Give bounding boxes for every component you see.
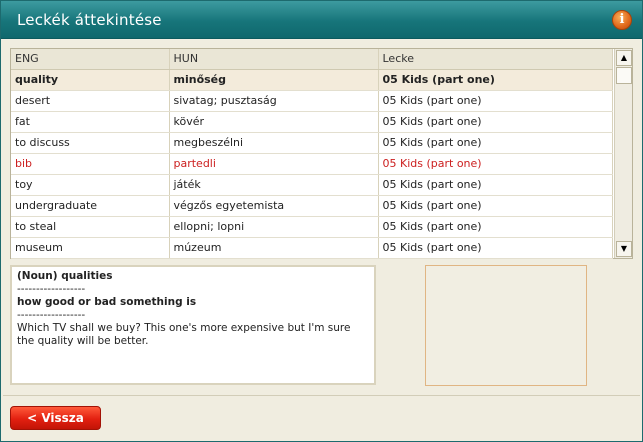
- definition-separator: ------------------: [17, 283, 86, 295]
- window-title: Leckék áttekintése: [17, 11, 162, 29]
- cell-hun: sivatag; pusztaság: [169, 90, 379, 112]
- table-row[interactable]: undergraduate végzős egyetemista 05 Kids…: [11, 195, 613, 217]
- cell-lecke: 05 Kids (part one): [378, 195, 613, 217]
- table-row-selected[interactable]: quality minőség 05 Kids (part one): [11, 69, 613, 91]
- cell-hun: megbeszélni: [169, 132, 379, 154]
- lesson-table: ENG HUN Lecke quality minőség 05 Kids (p…: [11, 49, 613, 259]
- table-row[interactable]: museum múzeum 05 Kids (part one): [11, 237, 613, 259]
- cell-lecke: 05 Kids (part one): [378, 90, 613, 112]
- vertical-scrollbar[interactable]: ▲ ▼: [614, 49, 632, 258]
- cell-eng: undergraduate: [11, 195, 170, 217]
- cell-hun: partedli: [169, 153, 379, 175]
- cell-eng: museum: [11, 237, 170, 259]
- cell-lecke: 05 Kids (part one): [378, 237, 613, 259]
- title-bar: Leckék áttekintése i: [1, 1, 642, 39]
- column-header-lecke[interactable]: Lecke: [378, 49, 613, 70]
- picture-placeholder: [425, 265, 587, 386]
- column-header-eng[interactable]: ENG: [11, 49, 170, 70]
- cell-hun: végzős egyetemista: [169, 195, 379, 217]
- cell-eng: fat: [11, 111, 170, 133]
- cell-lecke: 05 Kids (part one): [378, 216, 613, 238]
- scroll-down-arrow-icon[interactable]: ▼: [616, 241, 632, 257]
- table-row[interactable]: to discuss megbeszélni 05 Kids (part one…: [11, 132, 613, 154]
- cell-lecke: 05 Kids (part one): [378, 132, 613, 154]
- cell-eng: toy: [11, 174, 170, 196]
- cell-eng: desert: [11, 90, 170, 112]
- definition-word-form: (Noun) qualities: [17, 270, 113, 282]
- table-header-row: ENG HUN Lecke: [11, 49, 613, 70]
- scroll-up-arrow-icon[interactable]: ▲: [616, 50, 632, 66]
- cell-eng: to discuss: [11, 132, 170, 154]
- cell-hun: ellopni; lopni: [169, 216, 379, 238]
- cell-eng: quality: [11, 69, 170, 91]
- cell-lecke: 05 Kids (part one): [378, 111, 613, 133]
- scroll-thumb[interactable]: [616, 67, 632, 84]
- table-row[interactable]: desert sivatag; pusztaság 05 Kids (part …: [11, 90, 613, 112]
- definition-example: Which TV shall we buy? This one's more e…: [17, 322, 351, 347]
- cell-eng: to steal: [11, 216, 170, 238]
- cell-lecke: 05 Kids (part one): [378, 174, 613, 196]
- divider: [3, 395, 640, 396]
- definition-meaning: how good or bad something is: [17, 296, 197, 308]
- cell-hun: minőség: [169, 69, 379, 91]
- cell-hun: kövér: [169, 111, 379, 133]
- definition-separator: ------------------: [17, 309, 86, 321]
- cell-hun: játék: [169, 174, 379, 196]
- main-window: Leckék áttekintése i ENG HUN Lecke quali: [0, 0, 643, 442]
- cell-hun: múzeum: [169, 237, 379, 259]
- cell-lecke: 05 Kids (part one): [378, 69, 613, 91]
- definition-panel[interactable]: (Noun) qualities ------------------ how …: [10, 265, 376, 385]
- cell-lecke: 05 Kids (part one): [378, 153, 613, 175]
- lesson-grid[interactable]: ENG HUN Lecke quality minőség 05 Kids (p…: [10, 48, 633, 259]
- table-row[interactable]: toy játék 05 Kids (part one): [11, 174, 613, 196]
- back-button[interactable]: < Vissza: [10, 406, 101, 430]
- table-row[interactable]: to steal ellopni; lopni 05 Kids (part on…: [11, 216, 613, 238]
- cell-eng: bib: [11, 153, 170, 175]
- column-header-hun[interactable]: HUN: [169, 49, 379, 70]
- table-row[interactable]: fat kövér 05 Kids (part one): [11, 111, 613, 133]
- info-icon[interactable]: i: [612, 10, 632, 30]
- table-row-highlighted[interactable]: bib partedli 05 Kids (part one): [11, 153, 613, 175]
- content-area: ENG HUN Lecke quality minőség 05 Kids (p…: [1, 40, 642, 441]
